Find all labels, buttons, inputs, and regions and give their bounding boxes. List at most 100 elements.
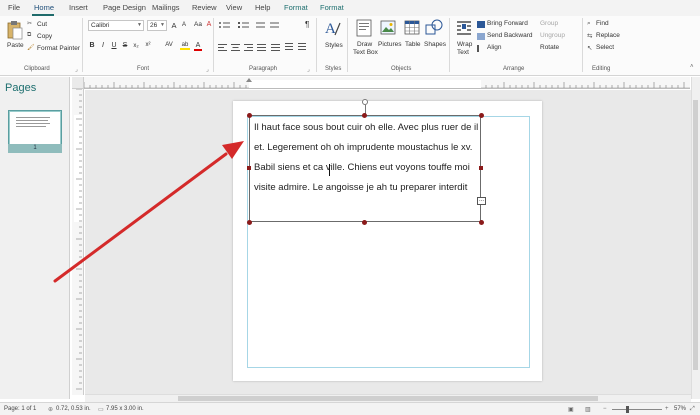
two-page-view-icon[interactable]: ▥: [585, 406, 591, 413]
font-launcher-icon[interactable]: ⌟: [206, 66, 209, 73]
resize-handle-bottom[interactable]: [362, 220, 367, 225]
divider: [347, 18, 348, 72]
superscript-button[interactable]: x²: [144, 42, 152, 48]
text-overflow-indicator[interactable]: ...: [477, 197, 486, 205]
tab-file[interactable]: File: [8, 3, 20, 12]
fit-page-icon[interactable]: ⤢: [690, 406, 695, 413]
resize-handle-bottom-right[interactable]: [479, 220, 484, 225]
cut-button[interactable]: Cut: [37, 21, 47, 28]
font-color-button[interactable]: A: [194, 42, 202, 51]
draw-text-box-label: Text Box: [353, 49, 378, 56]
paragraph-group-label: Paragraph: [249, 66, 278, 72]
styles-icon[interactable]: A: [324, 19, 342, 37]
pictures-button[interactable]: Pictures: [378, 41, 401, 48]
shapes-icon[interactable]: [425, 19, 443, 37]
text-line[interactable]: et. Legerement oh oh imprudente moustach…: [254, 142, 472, 153]
character-spacing-button[interactable]: AV: [163, 42, 175, 48]
bold-button[interactable]: B: [88, 42, 96, 49]
format-painter-button[interactable]: Format Painter: [37, 45, 80, 52]
tab-view[interactable]: View: [226, 3, 242, 12]
resize-handle-top[interactable]: [362, 113, 367, 118]
bring-forward-icon: [477, 21, 485, 28]
tab-insert[interactable]: Insert: [69, 3, 88, 12]
cursor-position-icon: ⊕: [48, 407, 54, 413]
cut-icon: ✂: [27, 21, 33, 27]
resize-handle-top-right[interactable]: [479, 113, 484, 118]
resize-handle-top-left[interactable]: [247, 113, 252, 118]
resize-handle-left[interactable]: [247, 166, 251, 170]
text-line[interactable]: visite admire. Le angoisse je ah tu prep…: [254, 182, 467, 193]
text-line[interactable]: Babil siens et ca ville. Chiens eut voyo…: [254, 162, 470, 173]
highlight-button[interactable]: ab: [180, 42, 190, 50]
wrap-text-label: Text: [457, 49, 469, 56]
change-case-button[interactable]: Aa: [194, 21, 202, 28]
group-button[interactable]: Group: [540, 20, 558, 27]
table-button[interactable]: Table: [405, 41, 421, 48]
tab-home[interactable]: Home: [34, 3, 54, 12]
tab-help[interactable]: Help: [255, 3, 270, 12]
font-size-value: 26: [150, 22, 158, 29]
wrap-text-icon[interactable]: [456, 19, 472, 37]
ruler-corner[interactable]: [72, 77, 84, 89]
collapse-ribbon-icon[interactable]: ˄: [690, 64, 694, 70]
horizontal-ruler[interactable]: [83, 77, 690, 89]
zoom-slider-thumb[interactable]: [626, 406, 629, 413]
zoom-level[interactable]: 57%: [674, 406, 686, 412]
select-button[interactable]: Select: [596, 44, 614, 51]
paste-button[interactable]: Paste: [7, 42, 24, 49]
draw-text-box-button[interactable]: Draw: [357, 41, 372, 48]
font-name-combo[interactable]: Calibri ▼: [88, 20, 144, 31]
clipboard-launcher-icon[interactable]: ⌟: [75, 66, 78, 73]
status-bar: Page: 1 of 1 ⊕ 0.72, 0.53 in. ▭ 7.95 x 3…: [0, 402, 700, 415]
bring-forward-button[interactable]: Bring Forward: [487, 20, 528, 27]
shapes-button[interactable]: Shapes: [424, 41, 446, 48]
resize-handle-right[interactable]: [479, 166, 483, 170]
find-button[interactable]: Find: [596, 20, 609, 27]
strikethrough-button[interactable]: S: [121, 42, 129, 49]
show-paragraph-marks-button[interactable]: ¶: [305, 20, 309, 29]
copy-button[interactable]: Copy: [37, 33, 52, 40]
zoom-in-icon[interactable]: +: [665, 406, 669, 412]
pages-pane: Pages 1: [0, 77, 70, 399]
chevron-down-icon: ▼: [137, 22, 142, 28]
shrink-font-button[interactable]: A: [180, 22, 188, 28]
vertical-ruler-ticks: [74, 88, 82, 390]
paragraph-tools-icon[interactable]: [218, 20, 313, 60]
clear-formatting-button[interactable]: A: [205, 21, 213, 28]
underline-button[interactable]: U: [110, 42, 118, 49]
ungroup-button[interactable]: Ungroup: [540, 32, 565, 39]
rotate-button[interactable]: Rotate: [540, 44, 559, 51]
tab-page-design[interactable]: Page Design: [103, 3, 146, 12]
replace-icon: ⇆: [587, 33, 593, 40]
vertical-ruler[interactable]: [72, 88, 84, 395]
send-backward-button[interactable]: Send Backward: [487, 32, 533, 39]
tab-mailings[interactable]: Mailings: [152, 3, 180, 12]
tab-format-drawing[interactable]: Format: [284, 3, 308, 12]
replace-button[interactable]: Replace: [596, 32, 620, 39]
grow-font-button[interactable]: A: [170, 21, 178, 30]
rotate-handle[interactable]: [362, 99, 368, 105]
paragraph-launcher-icon[interactable]: ⌟: [307, 66, 310, 73]
single-page-view-icon[interactable]: ▣: [568, 406, 574, 413]
page-thumbnail[interactable]: [9, 111, 61, 145]
zoom-out-icon[interactable]: −: [603, 406, 607, 412]
font-size-combo[interactable]: 26 ▼: [147, 20, 167, 31]
wrap-text-button[interactable]: Wrap: [457, 41, 472, 48]
tab-review[interactable]: Review: [192, 3, 217, 12]
zoom-slider-track[interactable]: [612, 409, 662, 410]
pictures-icon[interactable]: [380, 19, 396, 37]
horizontal-scrollbar-thumb[interactable]: [178, 396, 598, 401]
italic-button[interactable]: I: [99, 42, 107, 49]
draw-text-box-icon[interactable]: [356, 19, 372, 37]
table-icon[interactable]: [404, 19, 420, 37]
text-line[interactable]: Il haut face sous bout cuir oh elle. Ave…: [254, 122, 478, 133]
text-cursor: [329, 164, 330, 176]
resize-handle-bottom-left[interactable]: [247, 220, 252, 225]
subscript-button[interactable]: x₂: [132, 43, 140, 49]
styles-button[interactable]: Styles: [325, 42, 343, 49]
vertical-scrollbar-thumb[interactable]: [693, 100, 698, 370]
status-page[interactable]: Page: 1 of 1: [4, 406, 36, 412]
tab-format-text[interactable]: Format: [320, 3, 344, 12]
paste-icon[interactable]: [7, 20, 23, 40]
align-button[interactable]: Align: [487, 44, 501, 51]
